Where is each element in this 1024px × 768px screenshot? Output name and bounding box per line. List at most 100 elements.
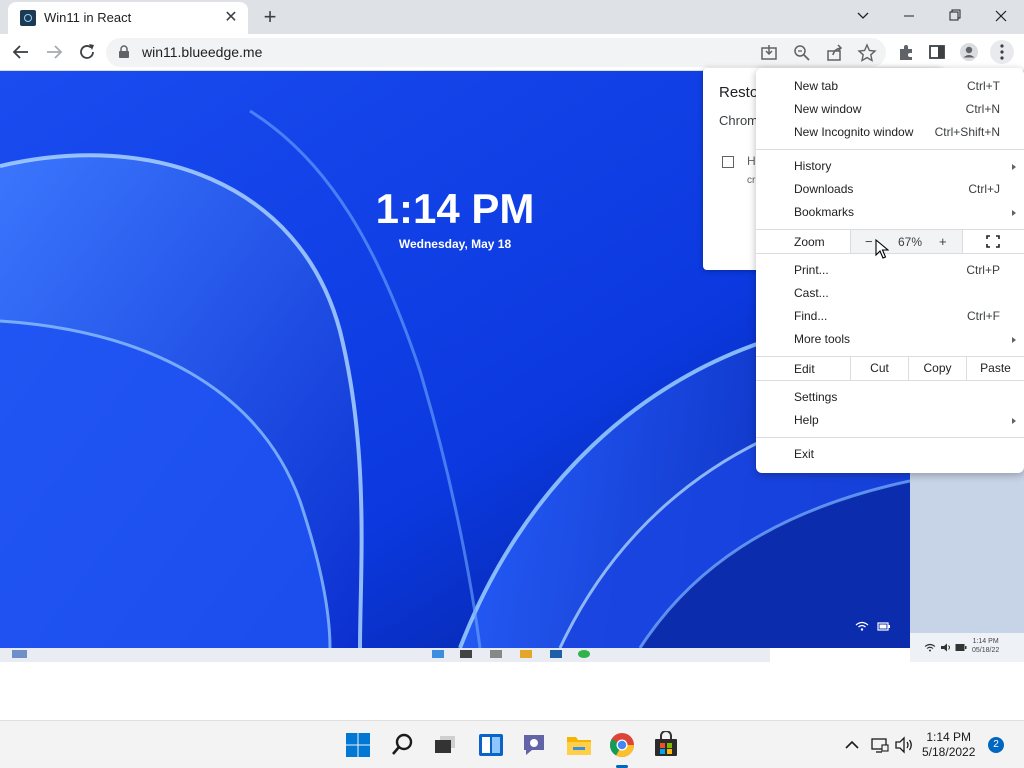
menu-item-label: History — [794, 159, 832, 173]
store-button[interactable] — [652, 731, 680, 759]
menu-item-label: Help — [794, 413, 819, 427]
mini-clock-date: 05/18/22 — [972, 647, 1000, 654]
restore-checkbox-label: H — [747, 154, 756, 168]
minimize-button[interactable] — [894, 4, 924, 28]
chrome-icon — [610, 733, 634, 758]
mini-app-icon — [490, 650, 502, 658]
notification-badge[interactable]: 2 — [988, 737, 1004, 753]
share-icon — [827, 44, 843, 61]
taskbar-search-button[interactable] — [389, 731, 417, 759]
menu-item-new-window[interactable]: New window Ctrl+N — [756, 98, 1024, 121]
menu-item-new-incognito[interactable]: New Incognito window Ctrl+Shift+N — [756, 121, 1024, 144]
browser-tab[interactable]: Win11 in React ✕ — [8, 2, 248, 34]
close-window-button[interactable] — [986, 4, 1016, 28]
tab-strip: Win11 in React ✕ + — [0, 0, 1024, 34]
menu-separator — [756, 149, 1024, 150]
menu-item-label: Downloads — [794, 182, 854, 196]
menu-item-history[interactable]: History — [756, 155, 1024, 178]
network-button[interactable] — [870, 735, 890, 755]
mini-store-icon — [550, 650, 562, 658]
zoom-in-button[interactable]: + — [939, 234, 947, 249]
store-icon — [655, 731, 677, 756]
menu-item-shortcut: Ctrl+J — [968, 182, 1000, 196]
menu-item-help[interactable]: Help — [756, 409, 1024, 432]
restore-dialog-title: Resto — [719, 84, 759, 101]
start-button[interactable] — [344, 731, 372, 759]
mini-spotify-icon — [578, 650, 590, 658]
profile-button[interactable] — [958, 41, 980, 63]
chrome-menu-button[interactable] — [990, 40, 1014, 64]
zoom-out-button[interactable]: − — [865, 234, 873, 249]
submenu-arrow-icon — [1012, 164, 1016, 170]
file-explorer-button[interactable] — [565, 731, 593, 759]
menu-item-cast[interactable]: Cast... — [756, 282, 1024, 305]
teams-chat-button[interactable] — [520, 731, 548, 759]
volume-icon — [895, 736, 912, 754]
show-hidden-icons-button[interactable] — [842, 735, 862, 755]
tab-title: Win11 in React — [44, 10, 132, 25]
menu-item-label: Print... — [794, 263, 829, 277]
menu-item-bookmarks[interactable]: Bookmarks — [756, 201, 1024, 224]
install-app-button[interactable] — [758, 42, 780, 64]
task-view-icon — [435, 736, 455, 753]
taskbar-clock[interactable]: 1:14 PM 5/18/2022 — [922, 730, 975, 760]
volume-button[interactable] — [894, 735, 914, 755]
menu-item-shortcut: Ctrl+N — [965, 102, 1000, 116]
menu-separator — [756, 380, 1024, 381]
paste-button[interactable]: Paste — [966, 357, 1024, 380]
zoom-controls: − 67% + — [850, 230, 962, 253]
mini-folder-icon — [520, 650, 532, 658]
restore-button[interactable] — [940, 4, 970, 28]
reload-button[interactable] — [76, 41, 98, 63]
menu-item-shortcut: Ctrl+T — [967, 79, 1000, 93]
mini-clock: 1:14 PM 05/18/22 — [972, 637, 999, 655]
mini-wifi-icon — [924, 643, 936, 652]
fullscreen-button[interactable] — [962, 230, 1024, 253]
menu-item-label: More tools — [794, 332, 851, 346]
zoom-icon — [794, 45, 810, 61]
side-panel-button[interactable] — [926, 41, 948, 63]
address-bar[interactable]: win11.blueedge.me — [106, 38, 886, 67]
chevron-up-icon — [845, 740, 859, 749]
menu-item-label: New window — [794, 102, 862, 116]
zoom-indicator-button[interactable] — [791, 42, 813, 64]
extensions-button[interactable] — [895, 41, 917, 63]
tab-close-button[interactable]: ✕ — [222, 9, 240, 27]
mini-clock-time: 1:14 PM — [972, 638, 999, 645]
search-icon — [392, 733, 413, 755]
menu-item-exit[interactable]: Exit — [756, 443, 1024, 466]
forward-button[interactable] — [43, 41, 65, 63]
share-button[interactable] — [824, 42, 846, 64]
menu-item-settings[interactable]: Settings — [756, 386, 1024, 409]
lock-icon[interactable] — [118, 45, 130, 59]
network-icon — [871, 738, 889, 753]
menu-item-shortcut: Ctrl+P — [966, 263, 1000, 277]
tab-search-button[interactable] — [848, 4, 878, 28]
install-icon — [761, 45, 777, 60]
submenu-arrow-icon — [1012, 418, 1016, 424]
widgets-button[interactable] — [477, 731, 505, 759]
menu-item-print[interactable]: Print... Ctrl+P — [756, 259, 1024, 282]
menu-item-downloads[interactable]: Downloads Ctrl+J — [756, 178, 1024, 201]
menu-item-new-tab[interactable]: New tab Ctrl+T — [756, 75, 1024, 98]
menu-item-more-tools[interactable]: More tools — [756, 328, 1024, 351]
menu-item-label: New Incognito window — [794, 125, 914, 139]
chrome-taskbar-button[interactable] — [608, 731, 636, 759]
teams-chat-icon — [524, 735, 544, 755]
mini-search-icon — [460, 650, 472, 658]
menu-item-find[interactable]: Find... Ctrl+F — [756, 305, 1024, 328]
bookmark-star-button[interactable] — [856, 42, 878, 64]
new-tab-button[interactable]: + — [258, 6, 282, 30]
close-icon — [995, 10, 1007, 22]
restore-checkbox[interactable] — [722, 156, 734, 168]
cut-button[interactable]: Cut — [850, 357, 908, 380]
chrome-app-menu: New tab Ctrl+T New window Ctrl+N New Inc… — [756, 68, 1024, 473]
back-arrow-icon — [12, 45, 28, 59]
reload-icon — [80, 44, 94, 59]
url-text[interactable]: win11.blueedge.me — [142, 44, 262, 60]
edit-label: Edit — [794, 362, 815, 376]
mini-start-icon — [12, 650, 27, 658]
task-view-button[interactable] — [431, 731, 459, 759]
back-button[interactable] — [10, 41, 32, 63]
copy-button[interactable]: Copy — [908, 357, 966, 380]
